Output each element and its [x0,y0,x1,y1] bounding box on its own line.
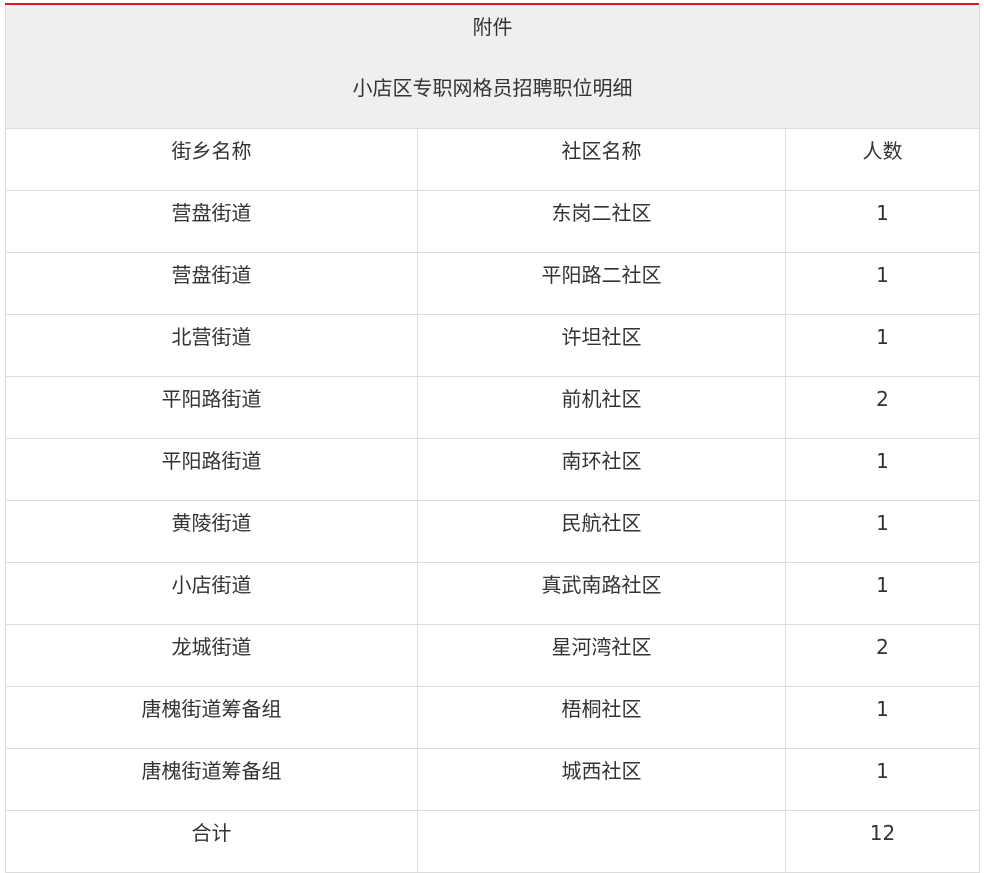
total-count: 12 [784,809,981,873]
cell-subdistrict: 北营街道 [5,313,418,377]
table-row: 龙城街道 星河湾社区 2 [5,623,981,687]
cell-count: 1 [784,313,981,377]
recruitment-table: 附件 小店区专职网格员招聘职位明细 街乡名称 社区名称 人数 营盘街道 东岗二社… [4,5,981,873]
column-header-subdistrict: 街乡名称 [5,127,418,191]
cell-community: 东岗二社区 [417,189,786,253]
cell-community: 前机社区 [417,375,786,439]
table-title: 小店区专职网格员招聘职位明细 [352,76,633,100]
cell-count: 1 [784,561,981,625]
header-row: 街乡名称 社区名称 人数 [5,127,981,191]
cell-count: 1 [784,685,981,749]
cell-count: 1 [784,189,981,253]
table-row: 平阳路街道 南环社区 1 [5,437,981,501]
title-cell: 附件 小店区专职网格员招聘职位明细 [4,5,981,129]
title-row: 附件 小店区专职网格员招聘职位明细 [4,5,981,129]
cell-count: 1 [784,499,981,563]
cell-community: 平阳路二社区 [417,251,786,315]
table-row: 唐槐街道筹备组 梧桐社区 1 [5,685,981,749]
cell-community: 星河湾社区 [417,623,786,687]
cell-subdistrict: 唐槐街道筹备组 [5,685,418,749]
column-header-count: 人数 [784,127,981,191]
cell-count: 2 [784,623,981,687]
cell-subdistrict: 平阳路街道 [5,437,418,501]
cell-subdistrict: 平阳路街道 [5,375,418,439]
cell-count: 1 [784,437,981,501]
cell-subdistrict: 黄陵街道 [5,499,418,563]
table-row: 唐槐街道筹备组 城西社区 1 [5,747,981,811]
total-row: 合计 12 [5,809,981,873]
cell-subdistrict: 龙城街道 [5,623,418,687]
cell-community: 民航社区 [417,499,786,563]
table-row: 黄陵街道 民航社区 1 [5,499,981,563]
total-empty-cell [417,809,786,873]
cell-count: 2 [784,375,981,439]
table-row: 平阳路街道 前机社区 2 [5,375,981,439]
total-label: 合计 [5,809,418,873]
cell-community: 真武南路社区 [417,561,786,625]
cell-count: 1 [784,747,981,811]
cell-subdistrict: 营盘街道 [5,189,418,253]
cell-subdistrict: 唐槐街道筹备组 [5,747,418,811]
cell-community: 许坦社区 [417,313,786,377]
cell-community: 南环社区 [417,437,786,501]
cell-count: 1 [784,251,981,315]
table-row: 营盘街道 平阳路二社区 1 [5,251,981,315]
cell-subdistrict: 小店街道 [5,561,418,625]
cell-community: 梧桐社区 [417,685,786,749]
attachment-label: 附件 [472,15,513,39]
document-container: 附件 小店区专职网格员招聘职位明细 街乡名称 社区名称 人数 营盘街道 东岗二社… [4,3,981,873]
table-row: 小店街道 真武南路社区 1 [5,561,981,625]
column-header-community: 社区名称 [417,127,786,191]
cell-subdistrict: 营盘街道 [5,251,418,315]
table-row: 北营街道 许坦社区 1 [5,313,981,377]
table-row: 营盘街道 东岗二社区 1 [5,189,981,253]
cell-community: 城西社区 [417,747,786,811]
